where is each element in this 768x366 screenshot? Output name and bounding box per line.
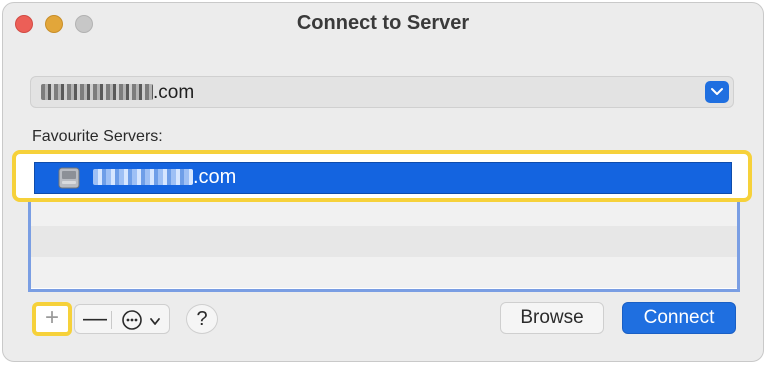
- chevron-down-icon[interactable]: [149, 314, 161, 332]
- chevron-down-icon: [711, 88, 723, 95]
- favourite-server-suffix: .com: [193, 166, 237, 188]
- connect-button[interactable]: Connect: [622, 302, 736, 334]
- segment-divider: [111, 311, 112, 329]
- browse-button[interactable]: Browse: [500, 302, 604, 334]
- blurred-server-name: [93, 169, 193, 185]
- favourite-server-item[interactable]: .com: [34, 162, 732, 194]
- remove-favourite-button[interactable]: —: [83, 305, 107, 333]
- list-row-empty: [31, 226, 737, 257]
- ellipsis-circle-icon[interactable]: [121, 309, 143, 336]
- favourite-servers-label: Favourite Servers:: [32, 128, 163, 145]
- server-address-suffix: .com: [153, 82, 195, 103]
- add-favourite-button[interactable]: +: [32, 302, 72, 336]
- server-address-value: .com: [41, 82, 194, 104]
- blurred-address: [41, 84, 153, 100]
- favourite-server-highlight: .com: [12, 150, 752, 202]
- list-row-empty: [31, 257, 737, 288]
- favourites-actions-group: —: [74, 304, 170, 334]
- help-button[interactable]: ?: [186, 304, 218, 334]
- server-address-field[interactable]: .com: [30, 76, 734, 108]
- server-drive-icon: [57, 166, 81, 195]
- favourite-server-label: .com: [93, 166, 236, 189]
- recent-servers-dropdown-button[interactable]: [705, 81, 729, 103]
- window-title: Connect to Server: [296, 12, 470, 34]
